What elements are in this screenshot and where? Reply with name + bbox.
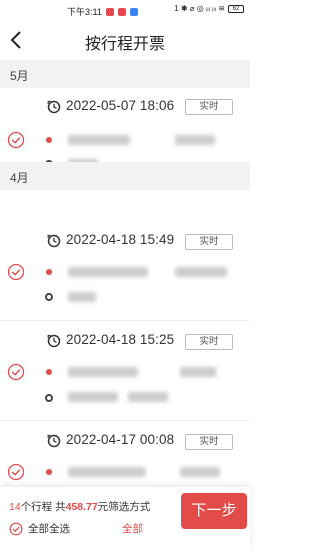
clock-icon (47, 234, 61, 248)
trip-type-badge: 实时 (185, 434, 233, 450)
destination-dot-icon (45, 394, 53, 402)
origin-address-redacted (68, 367, 138, 377)
trip-summary: 14个行程 共458.77元筛选方式 (9, 499, 150, 514)
select-all-label: 全部全选 (28, 523, 70, 535)
status-icons-text: 1 ✱ ⌀ ◎ ᵢₗₗ ᵢₗₗ ≋ (174, 4, 225, 13)
destination-address-redacted (68, 392, 118, 402)
origin-address-redacted (175, 135, 215, 145)
clock-icon (47, 334, 61, 348)
section-header-may: 5月 (0, 60, 250, 88)
status-indicators: 1 ✱ ⌀ ◎ ᵢₗₗ ᵢₗₗ ≋ 62 (174, 4, 244, 13)
clock-icon (47, 100, 61, 114)
notification-icon (117, 7, 126, 16)
origin-address-redacted (68, 467, 146, 477)
total-unit: 元 (97, 501, 109, 513)
filter-all-option[interactable]: 全部 (122, 521, 143, 536)
trip-card[interactable]: 2022-05-07 18:06 实时 (0, 88, 250, 169)
checked-circle-icon[interactable] (7, 363, 25, 381)
next-button[interactable]: 下一步 (181, 493, 247, 529)
bottom-bar: 14个行程 共458.77元筛选方式 全部全选 全部 下一步 (0, 487, 250, 550)
status-time-text: 下午3:11 (67, 7, 102, 17)
trip-datetime: 2022-05-07 18:06 (66, 98, 175, 113)
trip-card[interactable]: 2022-04-18 15:49 实时 (0, 190, 250, 318)
notification-icon (129, 7, 138, 16)
origin-dot-icon (46, 469, 52, 475)
origin-address-redacted (180, 467, 220, 477)
trip-card[interactable]: 2022-04-18 15:25 实时 (0, 320, 250, 418)
origin-address-redacted (175, 267, 227, 277)
trip-type-badge: 实时 (185, 334, 233, 350)
trip-datetime: 2022-04-18 15:25 (66, 332, 175, 347)
destination-address-redacted (68, 292, 96, 302)
trip-datetime: 2022-04-18 15:49 (66, 232, 175, 247)
trip-card[interactable]: 2022-04-17 00:08 实时 (0, 420, 250, 487)
trip-datetime: 2022-04-17 00:08 (66, 432, 175, 447)
checked-circle-icon[interactable] (7, 131, 25, 149)
section-month-label: 5月 (10, 69, 29, 83)
origin-address-redacted (68, 267, 148, 277)
section-month-label: 4月 (10, 171, 29, 185)
origin-address-redacted (180, 367, 216, 377)
status-bar: 下午3:11 1 ✱ ⌀ ◎ ᵢₗₗ ᵢₗₗ ≋ 62 (0, 0, 250, 20)
destination-dot-icon (45, 293, 53, 301)
section-header-april: 4月 (0, 162, 250, 190)
checked-circle-icon[interactable] (7, 263, 25, 281)
page-title: 按行程开票 (84, 36, 165, 53)
checked-circle-icon[interactable] (7, 463, 25, 481)
origin-address-redacted (68, 135, 130, 145)
battery-icon: 62 (228, 4, 244, 13)
clock-icon (47, 434, 61, 448)
notification-icon (105, 7, 114, 16)
origin-dot-icon (46, 369, 52, 375)
checked-circle-icon (9, 522, 23, 535)
select-all-toggle[interactable]: 全部全选 (9, 521, 70, 536)
trip-count-unit: 个行程 (20, 501, 53, 513)
trip-type-badge: 实时 (185, 99, 233, 115)
status-time: 下午3:11 (67, 5, 138, 18)
origin-dot-icon (46, 137, 52, 143)
total-amount: 458.77 (65, 501, 98, 513)
trip-count: 14 (9, 501, 21, 513)
destination-address-redacted (128, 392, 168, 402)
filter-label[interactable]: 筛选方式 (108, 501, 150, 513)
total-prefix: 共 (55, 501, 66, 513)
trip-type-badge: 实时 (185, 234, 233, 250)
origin-dot-icon (46, 269, 52, 275)
nav-bar: 按行程开票 (0, 20, 250, 60)
